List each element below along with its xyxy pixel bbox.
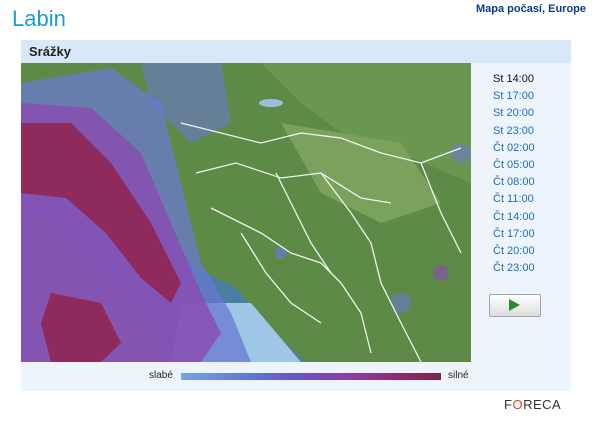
- map-europe-link[interactable]: Mapa počasí, Europe: [476, 3, 586, 15]
- legend-low-label: slabé: [149, 370, 173, 381]
- time-item[interactable]: St 17:00: [493, 88, 563, 105]
- precipitation-panel: Srážky St 14:00 St 17:00 St 20:00 St 23:…: [21, 40, 571, 391]
- legend-color-scale: [181, 373, 441, 380]
- city-title: Labin: [12, 6, 66, 31]
- logo-part: O: [512, 397, 524, 412]
- time-item[interactable]: Čt 11:00: [493, 191, 563, 208]
- time-item[interactable]: St 14:00: [493, 71, 563, 88]
- time-item[interactable]: Čt 17:00: [493, 226, 563, 243]
- time-item[interactable]: Čt 14:00: [493, 209, 563, 226]
- forecast-time-list: St 14:00 St 17:00 St 20:00 St 23:00 Čt 02:00…: [493, 71, 563, 277]
- precipitation-legend: slabé silné: [21, 362, 571, 391]
- foreca-logo: FORECA: [504, 397, 561, 412]
- play-button[interactable]: [489, 294, 541, 317]
- legend-high-label: silné: [448, 370, 469, 381]
- time-item[interactable]: Čt 08:00: [493, 174, 563, 191]
- logo-part: RECA: [523, 397, 562, 412]
- play-icon: [509, 299, 520, 311]
- time-item[interactable]: St 20:00: [493, 105, 563, 122]
- time-item[interactable]: Čt 05:00: [493, 157, 563, 174]
- precipitation-map[interactable]: [21, 63, 471, 362]
- time-item[interactable]: Čt 20:00: [493, 243, 563, 260]
- time-item[interactable]: Čt 23:00: [493, 260, 563, 277]
- time-item[interactable]: St 23:00: [493, 123, 563, 140]
- time-item[interactable]: Čt 02:00: [493, 140, 563, 157]
- panel-title: Srážky: [29, 44, 71, 59]
- panel-header: Srážky: [21, 40, 571, 63]
